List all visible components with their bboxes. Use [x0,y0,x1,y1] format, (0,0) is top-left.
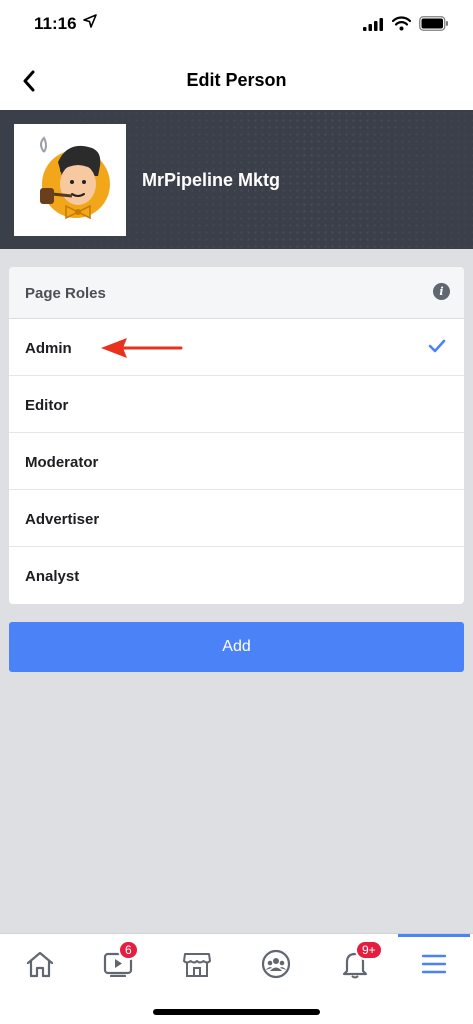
page-title: Edit Person [186,70,287,90]
tab-notifications[interactable]: 9+ [335,940,383,984]
cellular-signal-icon [363,18,383,31]
role-label: Admin [25,340,72,357]
role-option-admin[interactable]: Admin [9,319,464,376]
status-time: 11:16 [34,14,77,33]
tab-home[interactable] [20,944,60,984]
home-indicator [153,1009,320,1015]
info-icon[interactable]: i [433,283,450,300]
checkmark-icon [428,339,446,353]
role-label: Editor [25,397,69,414]
tab-bar: 6 9+ [0,933,473,1024]
role-option-analyst[interactable]: Analyst [9,547,464,604]
arrow-left-annotation-icon [101,338,183,358]
page-roles-header: Page Roles i [9,267,464,319]
home-icon [26,951,54,978]
pipe-smoking-man-logo-icon [40,136,110,220]
avatar [14,124,126,236]
role-option-advertiser[interactable]: Advertiser [9,490,464,547]
active-tab-indicator [398,934,470,937]
role-option-editor[interactable]: Editor [9,376,464,433]
role-label: Analyst [25,568,80,585]
add-button[interactable]: Add [9,622,464,672]
page-roles-title: Page Roles [25,285,106,302]
groups-icon [261,949,291,979]
notifications-badge: 9+ [355,940,383,960]
role-label: Moderator [25,454,99,471]
marketplace-icon [183,953,211,977]
profile-name: MrPipeline Mktg [142,170,281,190]
tab-groups[interactable] [256,944,296,984]
battery-icon [419,16,448,31]
nav-bar: Edit Person [0,52,473,110]
tab-watch[interactable]: 6 [98,940,139,984]
page-roles-card: Page Roles i Admin Editor Moderator Adve… [9,267,464,604]
location-arrow-icon [83,14,97,28]
status-bar: 11:16 [0,0,473,52]
tab-marketplace[interactable] [177,944,217,984]
video-notification-badge: 6 [118,940,139,960]
tab-menu[interactable] [414,944,454,984]
role-label: Advertiser [25,511,100,528]
wifi-icon [392,16,411,31]
role-option-moderator[interactable]: Moderator [9,433,464,490]
menu-icon [421,954,447,974]
profile-header: MrPipeline Mktg [0,110,473,249]
